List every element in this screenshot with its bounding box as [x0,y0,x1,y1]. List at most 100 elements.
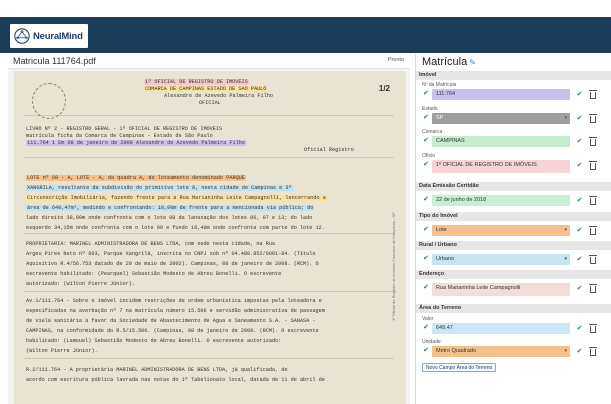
confirm-check-icon[interactable]: ✔ [575,161,584,170]
trash-icon[interactable] [589,225,598,236]
section-data-emissao: Data Emissão Certidão [416,182,611,191]
trash-icon[interactable] [589,160,598,171]
document-title: Matricula 111764.pdf [13,56,96,66]
check-icon[interactable]: ✔ [422,255,430,263]
app-window: NeuralMind Matricula 111764.pdf Pronto 1… [0,0,611,404]
confirm-check-icon[interactable]: ✔ [575,324,584,333]
scan-line: OFICIAL [199,100,221,106]
check-icon[interactable]: ✔ [422,90,430,98]
chevron-down-icon: ▾ [564,115,567,121]
scan-line: escrevente habilitado: (Pearquel) Sebast… [26,271,282,277]
scan-line: XANGRILÁ, resultante da subdivisão do pr… [26,185,293,191]
scan-line: Aquisitivo R.4/56.753 datado de 29 de ma… [26,261,319,267]
check-icon[interactable]: ✔ [422,137,430,145]
trash-icon[interactable] [589,346,598,357]
add-area-field-button[interactable]: Novo Campo Área do Terreno [422,363,497,372]
trash-icon[interactable] [589,195,598,206]
coat-of-arms-seal [32,83,66,119]
scan-line: especificadas na averbação nº 7 na matrí… [26,308,325,314]
check-icon[interactable]: ✔ [422,226,430,234]
confirm-check-icon[interactable]: ✔ [575,347,584,356]
confirm-check-icon[interactable]: ✔ [575,226,584,235]
field-estado: ✔ SP ▾ ✔ [419,113,607,124]
label-unidade: Unidade [422,339,441,345]
scan-line: acordo com escritura pública lavrada nas… [26,377,325,383]
trash-icon[interactable] [589,113,598,124]
confirm-check-icon[interactable]: ✔ [575,284,584,293]
scan-line: Oficial Registro [304,147,354,153]
label-comarca: Comarca [422,129,443,135]
scan-line: matrícula ficha da Comarca de Campinas -… [26,133,213,139]
scan-line: lado direito 38,00m onde confronta com o… [26,215,313,221]
trash-icon[interactable] [589,323,598,334]
estado-select[interactable]: SP ▾ [432,113,570,124]
section-tipo-imovel: Tipo do Imóvel [416,212,611,221]
neuralmind-logo-icon [14,28,30,44]
trash-icon[interactable] [589,254,598,265]
trash-icon[interactable] [589,136,598,147]
confirm-check-icon[interactable]: ✔ [575,196,584,205]
tipo-imovel-select[interactable]: Lote ▾ [432,225,570,236]
scan-line: Alexandre de Azevedo Palmeira Filho [164,93,273,99]
label-estado: Estado [422,106,438,112]
field-oficio: ✔ 1º OFICIAL DE REGISTRO DE IMÓVEIS ✔ [419,160,607,173]
scan-line: área de 649,47m², medindo e confrontando… [26,205,315,211]
top-navbar [0,17,611,53]
scan-line: Argeu Pires Neto nº 893, Parque Xangrilá… [26,251,316,257]
check-icon[interactable]: ✔ [422,347,430,355]
trash-icon[interactable] [589,89,598,100]
chevron-down-icon: ▾ [564,256,567,262]
rural-urbano-select[interactable]: Urbano ▾ [432,254,570,265]
field-rural-urbano: ✔ Urbano ▾ ✔ [419,254,607,265]
data-emissao-input[interactable]: 22 de junho de 2018 [432,195,570,206]
check-icon[interactable]: ✔ [422,114,430,122]
field-endereco: ✔ Rua Marianinha Leite Campagnolli ✔ [419,283,607,296]
chevron-down-icon: ▾ [564,227,567,233]
app-logo[interactable]: NeuralMind [10,24,88,48]
side-stamp-label: 1º Oficial de Registro de Imóveis Comarc… [391,212,396,321]
check-icon[interactable]: ✔ [422,161,430,169]
area-unidade-select[interactable]: Metro Quadrado ▾ [432,346,570,357]
logo-text: NeuralMind [33,30,83,42]
confirm-check-icon[interactable]: ✔ [575,114,584,123]
scan-line: PROPRIETÁRIA: MARINEL ADMINISTRADORA DE … [26,241,276,247]
section-rural-urbano: Rural / Urbano [416,241,611,250]
section-endereco: Endereço [416,270,611,279]
numero-matricula-input[interactable]: 111.764 [432,89,570,100]
document-scan[interactable]: 1/2 1º OFICIAL DE REGISTRO DE IMÓVEIS CO… [14,71,406,404]
scan-line: LOTE nº 08 - A, LOTE - A, da quadra A, d… [26,175,246,181]
scan-line: Av.1/111.764 - Sobre o imóvel incidem re… [26,298,322,304]
label-oficio: Ofício [422,153,436,159]
scan-line: de viela sanitária a favor da Sociedade … [26,318,316,324]
check-icon[interactable]: ✔ [422,196,430,204]
divider [24,157,394,158]
area-valor-input[interactable]: 649,47 [432,323,570,334]
check-icon[interactable]: ✔ [422,284,430,292]
edit-pencil-icon[interactable]: ✎ [469,58,476,67]
field-area-unidade: ✔ Metro Quadrado ▾ ✔ [419,346,607,357]
section-area-terreno: Área do Terreno [416,304,611,313]
confirm-check-icon[interactable]: ✔ [575,90,584,99]
comarca-input[interactable]: CAMPINAS [432,136,570,147]
endereco-input[interactable]: Rua Marianinha Leite Campagnolli [432,283,570,296]
document-status: Pronto [387,57,404,63]
scan-line: 1º OFICIAL DE REGISTRO DE IMÓVEIS [144,79,249,85]
scan-line: (Wilton Pierre Júnior). [26,348,98,354]
document-header: Matricula 111764.pdf Pronto [8,54,410,69]
oficio-input[interactable]: 1º OFICIAL DE REGISTRO DE IMÓVEIS [432,160,570,173]
scan-line: Circunscrição Imobiliária, fazendo frent… [26,195,327,201]
scan-line: COMARCA DE CAMPINAS ESTADO DE SÃO PAULO [144,86,268,92]
trash-icon[interactable] [589,283,598,294]
document-viewer: Matricula 111764.pdf Pronto 1/2 1º OFICI… [8,54,410,404]
chevron-down-icon: ▾ [564,348,567,354]
field-tipo-imovel: ✔ Lote ▾ ✔ [419,225,607,236]
confirm-check-icon[interactable]: ✔ [575,137,584,146]
scan-line: autorizado: (Wilton Pierre Júnior). [26,281,135,287]
extraction-form: Matrícula ✎ Imóvel Nº da Matrícula ✔ 111.… [415,54,611,404]
scan-line: LIVRO Nº 2 - REGISTRO GERAL - 1º OFICIAL… [26,126,223,132]
divider [24,115,394,116]
field-data-emissao: ✔ 22 de junho de 2018 ✔ [419,195,607,206]
label-numero-matricula: Nº da Matrícula [422,82,457,88]
confirm-check-icon[interactable]: ✔ [575,255,584,264]
check-icon[interactable]: ✔ [422,324,430,332]
